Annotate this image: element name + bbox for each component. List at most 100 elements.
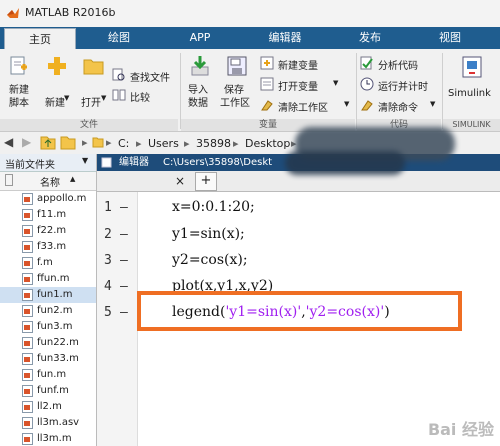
chevron-down-icon: ▼ <box>101 94 107 102</box>
file-name: ll3m.asv <box>37 417 80 428</box>
breadcrumb-drive[interactable]: C: <box>118 137 129 150</box>
forward-icon[interactable]: ▶ <box>22 135 31 149</box>
clear-workspace-button[interactable]: 清除工作区 ▼ <box>260 97 355 114</box>
clear-commands-button[interactable]: 清除命令 ▼ <box>360 97 440 114</box>
file-name: f33.m <box>37 241 67 252</box>
tab-editor[interactable]: 编辑器 <box>250 27 320 49</box>
m-file-icon <box>22 433 33 445</box>
sort-ascending-icon: ▲ <box>70 175 76 183</box>
tab-view[interactable]: 视图 <box>415 27 485 49</box>
file-name: f.m <box>37 257 53 268</box>
open-button[interactable]: 打开 ▼ <box>78 53 110 115</box>
file-list-item[interactable]: ll2.m <box>0 399 96 415</box>
new-script-button[interactable]: 新建 脚本 <box>4 53 34 115</box>
file-list-item[interactable]: f33.m <box>0 239 96 255</box>
clear-commands-icon <box>361 100 373 111</box>
file-list-item[interactable]: appollo.m <box>0 191 96 207</box>
m-file-icon <box>22 193 33 205</box>
file-list-item[interactable]: f.m <box>0 255 96 271</box>
file-list-item[interactable]: fun.m <box>0 367 96 383</box>
matlab-logo-icon <box>7 8 19 18</box>
file-name: fun22.m <box>37 337 79 348</box>
file-list-item[interactable]: ffun.m <box>0 271 96 287</box>
save-workspace-button[interactable]: 保存 工作区 <box>218 53 256 115</box>
file-name: ffun.m <box>37 273 70 284</box>
breakpoint-marker[interactable]: — <box>120 200 128 215</box>
path-separator-icon: ▸ <box>106 136 112 149</box>
breadcrumb-users[interactable]: Users <box>148 137 179 150</box>
simulink-icon <box>462 56 482 78</box>
code-line[interactable]: y2=cos(x); <box>172 252 248 268</box>
file-name: fun1.m <box>37 289 73 300</box>
save-workspace-icon <box>227 56 247 76</box>
m-file-icon <box>22 321 33 333</box>
m-file-icon <box>22 241 33 253</box>
back-icon[interactable]: ◀ <box>4 135 13 149</box>
new-variable-icon <box>260 56 274 70</box>
m-file-icon <box>22 289 33 301</box>
analyze-code-button[interactable]: 分析代码 <box>360 55 440 72</box>
simulink-button[interactable]: Simulink <box>446 53 498 115</box>
m-file-icon <box>22 257 33 269</box>
file-list-item[interactable]: ll3m.m <box>0 431 96 446</box>
open-variable-button[interactable]: 打开变量 ▼ <box>260 76 350 93</box>
breakpoint-marker[interactable]: — <box>120 253 128 268</box>
line-number: 5 <box>104 305 112 320</box>
breadcrumb-user[interactable]: 35898 <box>196 137 231 150</box>
folder-icon <box>92 137 104 148</box>
breakpoint-marker[interactable]: — <box>120 305 128 320</box>
folder-up-icon[interactable] <box>40 135 56 150</box>
file-list-item[interactable]: fun22.m <box>0 335 96 351</box>
current-folder-title: 当前文件夹 <box>5 160 55 171</box>
file-list-item[interactable]: f22.m <box>0 223 96 239</box>
new-button[interactable]: 新建 ▼ <box>40 53 74 115</box>
browse-folder-icon[interactable] <box>60 135 76 150</box>
file-list-item[interactable]: fun33.m <box>0 351 96 367</box>
panel-menu-icon[interactable]: ▼ <box>82 156 88 165</box>
file-list-item[interactable]: fun1.m <box>0 287 96 303</box>
line-number: 4 <box>104 279 112 294</box>
new-script-icon <box>10 56 27 75</box>
new-tab-button[interactable]: + <box>195 172 217 191</box>
analyze-code-icon <box>360 56 373 70</box>
path-separator-icon: ▸ <box>82 136 88 149</box>
file-list-item[interactable]: fun3.m <box>0 319 96 335</box>
run-and-time-button[interactable]: 运行并计时 <box>360 76 440 93</box>
watermark: Bai 经验 <box>427 420 494 439</box>
group-label-simulink: SIMULINK <box>443 119 500 131</box>
new-variable-button[interactable]: 新建变量 <box>260 55 350 72</box>
run-and-time-icon <box>360 77 374 91</box>
code-line[interactable]: x=0:0.1:20; <box>172 199 255 215</box>
close-tab-icon[interactable]: × <box>175 174 185 188</box>
import-data-button[interactable]: 导入 数据 <box>184 53 216 115</box>
tab-home[interactable]: 主页 <box>4 28 76 50</box>
file-list-item[interactable]: f11.m <box>0 207 96 223</box>
breadcrumb-desktop[interactable]: Desktop <box>245 137 290 150</box>
name-column-header[interactable]: 名称 ▲ <box>0 172 96 191</box>
tab-plots[interactable]: 绘图 <box>84 27 154 49</box>
chevron-down-icon: ▼ <box>430 100 436 108</box>
file-name: appollo.m <box>37 193 87 204</box>
folder-icon <box>83 59 104 75</box>
m-file-icon <box>22 305 33 317</box>
m-file-icon <box>22 401 33 413</box>
find-files-button[interactable]: 查找文件 <box>112 67 176 84</box>
file-list-item[interactable]: funf.m <box>0 383 96 399</box>
line-number: 2 <box>104 227 112 242</box>
code-line[interactable]: y1=sin(x); <box>172 226 245 242</box>
compare-button[interactable]: 比较 <box>112 87 176 104</box>
breakpoint-marker[interactable]: — <box>120 227 128 242</box>
ribbon-toolbar: 新建 脚本 新建 ▼ 打开 ▼ 查找文件 比较 文件 导入 数据 保存 工作区 … <box>0 49 500 132</box>
m-file-icon <box>22 385 33 397</box>
m-file-icon <box>22 225 33 237</box>
tab-apps[interactable]: APP <box>165 27 235 49</box>
highlight-box <box>137 291 462 331</box>
line-number: 3 <box>104 253 112 268</box>
file-list-item[interactable]: fun2.m <box>0 303 96 319</box>
tab-publish[interactable]: 发布 <box>335 27 405 49</box>
chevron-down-icon: ▼ <box>333 79 339 87</box>
clear-workspace-icon <box>261 100 273 111</box>
editor-title-prefix: 编辑器 <box>119 157 149 168</box>
breakpoint-marker[interactable]: — <box>120 279 128 294</box>
file-list-item[interactable]: ll3m.asv <box>0 415 96 431</box>
